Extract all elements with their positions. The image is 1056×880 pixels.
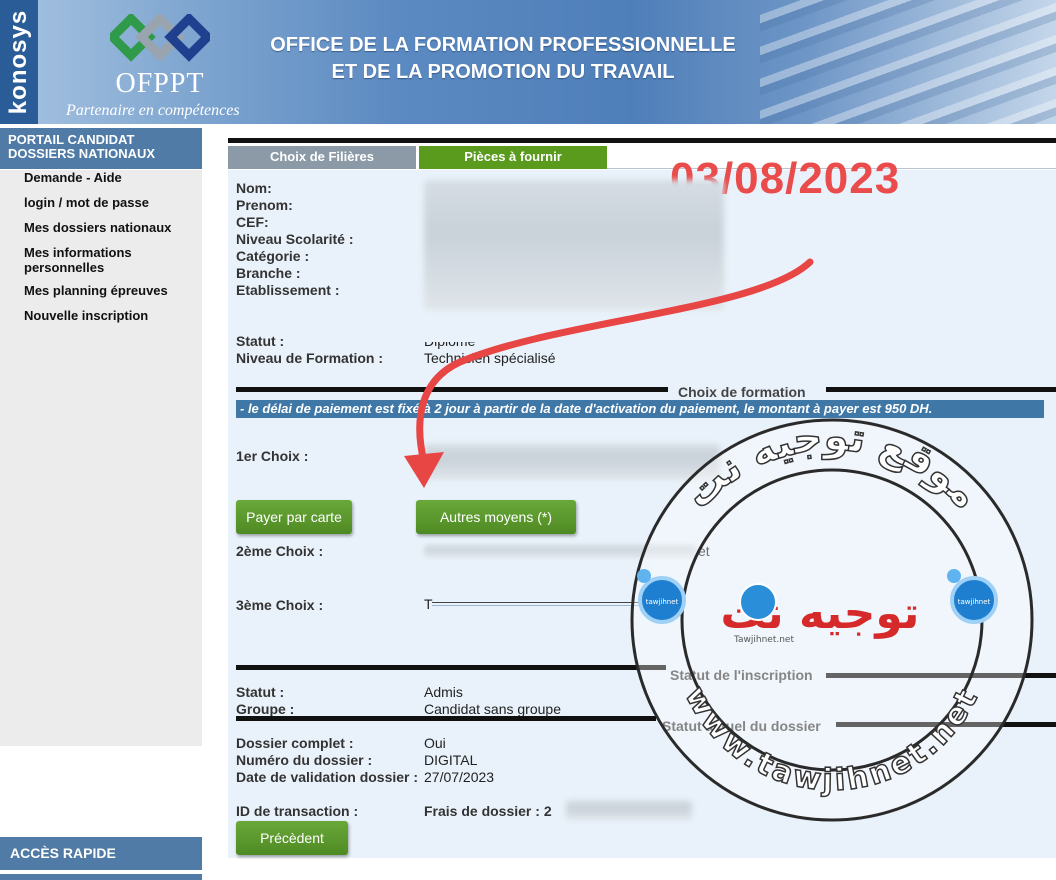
choice2-value: et xyxy=(698,543,710,559)
dossier-complet-value: Oui xyxy=(424,735,446,751)
numero-dossier-label: Numéro du dossier : xyxy=(236,752,373,768)
section-title-choix-formation: Choix de formation xyxy=(678,384,806,400)
banner-decoration xyxy=(760,0,1056,124)
konosys-brand: konosys xyxy=(0,0,38,124)
quick-access-header[interactable]: ACCÈS RAPIDE xyxy=(0,837,202,870)
choice3-value: T xyxy=(424,596,433,612)
frais-dossier-label: Frais de dossier : 2 xyxy=(424,803,552,819)
payment-notice: - le délai de paiement est fixé à 2 jour… xyxy=(236,400,1044,418)
field-label-niveau-scolarite: Niveau Scolarité : xyxy=(236,231,354,247)
field-label-branche: Branche : xyxy=(236,265,301,281)
dossier-complet-label: Dossier complet : xyxy=(236,735,354,751)
field-label-nom: Nom: xyxy=(236,180,272,196)
date-validation-label: Date de validation dossier : xyxy=(236,769,419,785)
numero-dossier-value: DIGITAL xyxy=(424,752,478,768)
office-title-line1: OFFICE DE LA FORMATION PROFESSIONNELLE xyxy=(270,34,736,56)
sidebar-header: PORTAIL CANDIDAT DOSSIERS NATIONAUX xyxy=(0,128,202,169)
header-banner: konosys OFPPT Partenaire en compétences … xyxy=(0,0,1056,124)
sidebar-item-nouvelle-inscription[interactable]: Nouvelle inscription xyxy=(24,308,194,323)
konosys-label: konosys xyxy=(5,9,32,115)
page-root: konosys OFPPT Partenaire en compétences … xyxy=(0,0,1056,880)
redacted-choice2 xyxy=(424,544,696,558)
choice3-underline xyxy=(432,602,646,603)
sidebar-item-dossiers-nationaux[interactable]: Mes dossiers nationaux xyxy=(24,220,194,235)
sidebar-item-planning[interactable]: Mes planning épreuves xyxy=(24,283,194,298)
quick-access-bar xyxy=(0,874,202,880)
previous-button[interactable]: Précèdent xyxy=(236,821,348,855)
sidebar: PORTAIL CANDIDAT DOSSIERS NATIONAUX ACCÈ… xyxy=(0,124,202,880)
tab-choix-filieres[interactable]: Choix de Filières xyxy=(228,146,416,169)
sidebar-item-login[interactable]: login / mot de passe xyxy=(24,195,194,210)
section-title-inscription: Statut de l'inscription xyxy=(670,667,813,683)
section-title-dossier: Statut actuel du dossier xyxy=(662,718,821,734)
date-validation-value: 27/07/2023 xyxy=(424,769,495,785)
redacted-choice1 xyxy=(424,444,720,480)
section-divider-right xyxy=(826,387,1056,392)
inscription-statut-label: Statut : xyxy=(236,684,285,700)
office-title: OFFICE DE LA FORMATION PROFESSIONNELLE E… xyxy=(268,32,738,86)
niveau-formation-label: Niveau de Formation : xyxy=(236,350,384,366)
office-title-line2: ET DE LA PROMOTION DU TRAVAIL xyxy=(331,61,675,83)
field-label-etablissement: Etablissement : xyxy=(236,282,340,298)
ofppt-logo-icon xyxy=(110,14,210,62)
logo-name: OFPPT xyxy=(115,68,205,99)
other-payment-button[interactable]: Autres moyens (*) xyxy=(416,500,576,534)
top-divider xyxy=(228,138,1056,143)
inscription-divider-right xyxy=(826,673,1056,678)
transaction-id-label: ID de transaction : xyxy=(236,803,359,819)
choice1-label: 1er Choix : xyxy=(236,448,309,464)
choice2-label: 2ème Choix : xyxy=(236,543,324,559)
groupe-label: Groupe : xyxy=(236,701,295,717)
field-label-cef: CEF: xyxy=(236,214,269,230)
tab-pieces-a-fournir[interactable]: Pièces à fournir xyxy=(419,146,607,169)
dossier-divider-right xyxy=(836,722,1056,727)
inscription-divider-left xyxy=(236,665,666,670)
inscription-statut-value: Admis xyxy=(424,684,463,700)
ofppt-logo[interactable]: OFPPT Partenaire en compétences xyxy=(60,6,260,121)
sidebar-item-informations[interactable]: Mes informations personnelles xyxy=(24,245,194,275)
groupe-value: Candidat sans groupe xyxy=(424,701,561,717)
dossier-divider-left xyxy=(236,716,656,721)
field-label-prenom: Prenom: xyxy=(236,197,293,213)
choice3-underline-secondary xyxy=(432,605,646,606)
redacted-profile-values xyxy=(424,180,724,310)
pay-by-card-button[interactable]: Payer par carte xyxy=(236,500,352,534)
section-divider-left xyxy=(236,387,668,392)
logo-tagline: Partenaire en compétences xyxy=(66,102,240,119)
redacted-frais xyxy=(566,800,692,820)
field-label-categorie: Catégorie : xyxy=(236,248,310,264)
choice3-label: 3ème Choix : xyxy=(236,597,324,613)
sidebar-item-demande-aide[interactable]: Demande - Aide xyxy=(24,170,194,185)
niveau-formation-value: Technicien spécialisé xyxy=(424,350,556,366)
statut-label: Statut : xyxy=(236,333,285,349)
